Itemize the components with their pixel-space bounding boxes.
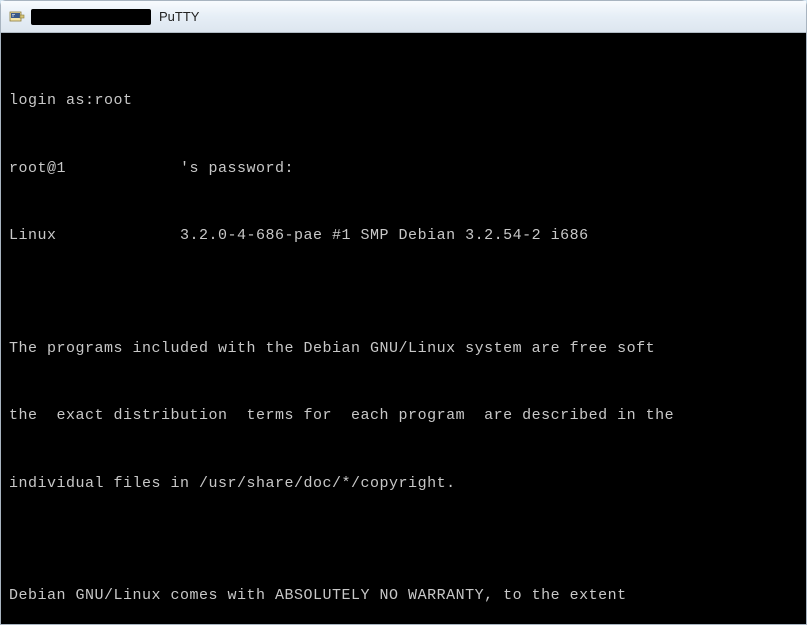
terminal-line: login as:root	[9, 90, 798, 113]
terminal-line: The programs included with the Debian GN…	[9, 338, 798, 361]
terminal-line: individual files in /usr/share/doc/*/cop…	[9, 473, 798, 496]
titlebar[interactable]: PuTTY	[1, 1, 806, 33]
window-title: PuTTY	[159, 9, 199, 24]
putty-window: PuTTY login as:root root@1 's password: …	[0, 0, 807, 625]
putty-icon	[9, 9, 25, 25]
terminal-line: Linux 3.2.0-4-686-pae #1 SMP Debian 3.2.…	[9, 225, 798, 248]
terminal-line: root@1 's password:	[9, 158, 798, 181]
redacted-host	[31, 9, 151, 25]
terminal-area[interactable]: login as:root root@1 's password: Linux …	[1, 33, 806, 624]
terminal-line: the exact distribution terms for each pr…	[9, 405, 798, 428]
terminal-line: Debian GNU/Linux comes with ABSOLUTELY N…	[9, 585, 798, 608]
